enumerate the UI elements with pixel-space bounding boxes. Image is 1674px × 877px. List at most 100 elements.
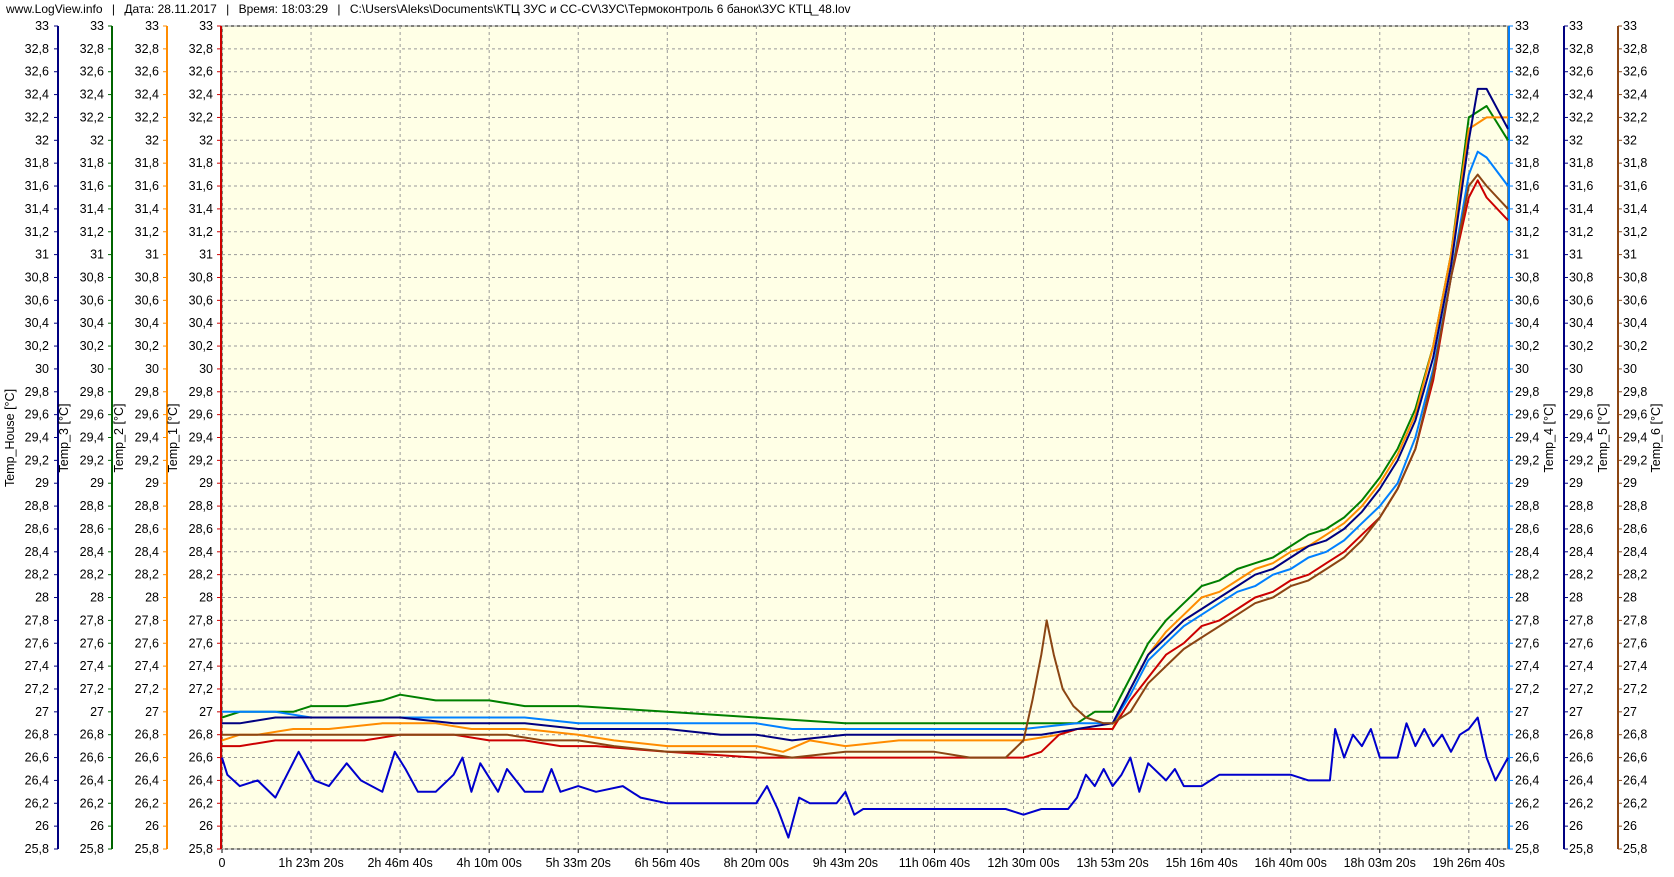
y-tick-label: 32,2	[25, 110, 49, 124]
y-tick-label: 26	[145, 819, 159, 833]
y-tick-label: 28,8	[25, 499, 49, 513]
y-tick-label: 33	[1515, 19, 1529, 33]
y-tick-label: 31,2	[135, 225, 159, 239]
y-axis-title: Temp_1 [°C]	[166, 404, 180, 473]
y-tick-label: 33	[35, 19, 49, 33]
y-tick-label: 31,4	[189, 202, 213, 216]
y-tick-label: 26,6	[189, 751, 213, 765]
y-tick-label: 30,8	[1623, 270, 1647, 284]
y-tick-label: 31,6	[189, 179, 213, 193]
y-tick-label: 32,8	[25, 42, 49, 56]
y-tick-label: 28,8	[189, 499, 213, 513]
y-tick-label: 31	[1515, 248, 1529, 262]
y-tick-label: 26,2	[25, 796, 49, 810]
y-tick-label: 29,2	[25, 453, 49, 467]
y-axis-title: Temp_5 [°C]	[1596, 404, 1610, 473]
y-tick-label: 31,8	[1515, 156, 1539, 170]
y-tick-label: 25,8	[80, 842, 104, 856]
y-tick-label: 32,2	[135, 110, 159, 124]
y-tick-label: 30,2	[25, 339, 49, 353]
y-tick-label: 26,4	[25, 773, 49, 787]
y-tick-label: 28,4	[80, 545, 104, 559]
y-tick-label: 30	[35, 362, 49, 376]
y-tick-label: 26,8	[1623, 728, 1647, 742]
y-tick-label: 26	[199, 819, 213, 833]
y-tick-label: 28,6	[1569, 522, 1593, 536]
y-tick-label: 30,4	[80, 316, 104, 330]
y-tick-label: 26	[1569, 819, 1583, 833]
y-tick-label: 27,4	[1623, 659, 1647, 673]
y-tick-label: 32	[145, 133, 159, 147]
y-tick-label: 27,8	[1623, 613, 1647, 627]
y-tick-label: 31	[145, 248, 159, 262]
y-axis-title: Temp_3 [°C]	[57, 404, 71, 473]
temperature-chart[interactable]: 33 32,8 32,6 32,4 32,2 32 31,8 31,6 31,4 31,2 31 30…	[0, 0, 1674, 877]
y-tick-label: 31,6	[1515, 179, 1539, 193]
y-tick-label: 32,6	[80, 65, 104, 79]
y-tick-label: 28,6	[1623, 522, 1647, 536]
y-tick-label: 30,6	[1569, 293, 1593, 307]
y-tick-label: 28,4	[25, 545, 49, 559]
y-tick-label: 32,8	[1515, 42, 1539, 56]
y-tick-label: 29	[1515, 476, 1529, 490]
y-tick-label: 29,2	[1515, 453, 1539, 467]
y-tick-label: 31,2	[25, 225, 49, 239]
y-tick-label: 28	[1569, 591, 1583, 605]
x-tick-label: 4h 10m 00s	[457, 856, 522, 870]
y-tick-label: 27,6	[25, 636, 49, 650]
y-tick-label: 29,8	[1515, 385, 1539, 399]
y-tick-label: 30,6	[135, 293, 159, 307]
x-tick-label: 12h 30m 00s	[987, 856, 1059, 870]
y-tick-label: 26,8	[135, 728, 159, 742]
y-tick-label: 28,4	[189, 545, 213, 559]
y-tick-label: 31,4	[1623, 202, 1647, 216]
y-tick-label: 32	[1515, 133, 1529, 147]
y-tick-label: 32,6	[135, 65, 159, 79]
y-tick-label: 26,2	[1623, 796, 1647, 810]
y-tick-label: 30,8	[1515, 270, 1539, 284]
y-tick-label: 26,6	[1515, 751, 1539, 765]
y-tick-label: 28	[199, 591, 213, 605]
y-tick-label: 27,6	[1569, 636, 1593, 650]
y-tick-label: 33	[1569, 19, 1583, 33]
x-tick-label: 11h 06m 40s	[899, 856, 970, 870]
x-tick-label: 16h 40m 00s	[1255, 856, 1327, 870]
y-tick-label: 28,4	[1623, 545, 1647, 559]
y-tick-label: 28	[90, 591, 104, 605]
y-tick-label: 27,4	[1515, 659, 1539, 673]
y-tick-label: 27,2	[1515, 682, 1539, 696]
y-tick-label: 28,8	[1623, 499, 1647, 513]
y-tick-label: 33	[1623, 19, 1637, 33]
y-tick-label: 32,4	[189, 88, 213, 102]
y-tick-label: 29,8	[1569, 385, 1593, 399]
y-tick-label: 32,4	[1569, 88, 1593, 102]
y-tick-label: 30,8	[189, 270, 213, 284]
y-tick-label: 25,8	[1623, 842, 1647, 856]
y-tick-label: 29,2	[1623, 453, 1647, 467]
y-tick-label: 29,8	[25, 385, 49, 399]
y-tick-label: 29,2	[1569, 453, 1593, 467]
y-tick-label: 32,4	[135, 88, 159, 102]
y-tick-label: 27,6	[135, 636, 159, 650]
y-tick-label: 31,4	[135, 202, 159, 216]
y-tick-label: 32,6	[1569, 65, 1593, 79]
y-tick-label: 28	[145, 591, 159, 605]
y-tick-label: 27	[90, 705, 104, 719]
y-tick-label: 26,8	[1515, 728, 1539, 742]
y-tick-label: 32	[1623, 133, 1637, 147]
y-tick-label: 31,4	[25, 202, 49, 216]
y-tick-label: 26,6	[25, 751, 49, 765]
y-tick-label: 29,6	[135, 408, 159, 422]
y-tick-label: 32,6	[1623, 65, 1647, 79]
y-tick-label: 31,8	[135, 156, 159, 170]
y-tick-label: 31,8	[189, 156, 213, 170]
y-tick-label: 30,6	[25, 293, 49, 307]
y-tick-label: 30,8	[25, 270, 49, 284]
y-tick-label: 29,6	[1623, 408, 1647, 422]
y-tick-label: 31	[35, 248, 49, 262]
y-tick-label: 28,8	[135, 499, 159, 513]
y-tick-label: 31	[199, 248, 213, 262]
y-tick-label: 32,6	[189, 65, 213, 79]
y-tick-label: 29	[1623, 476, 1637, 490]
y-tick-label: 32,2	[1623, 110, 1647, 124]
